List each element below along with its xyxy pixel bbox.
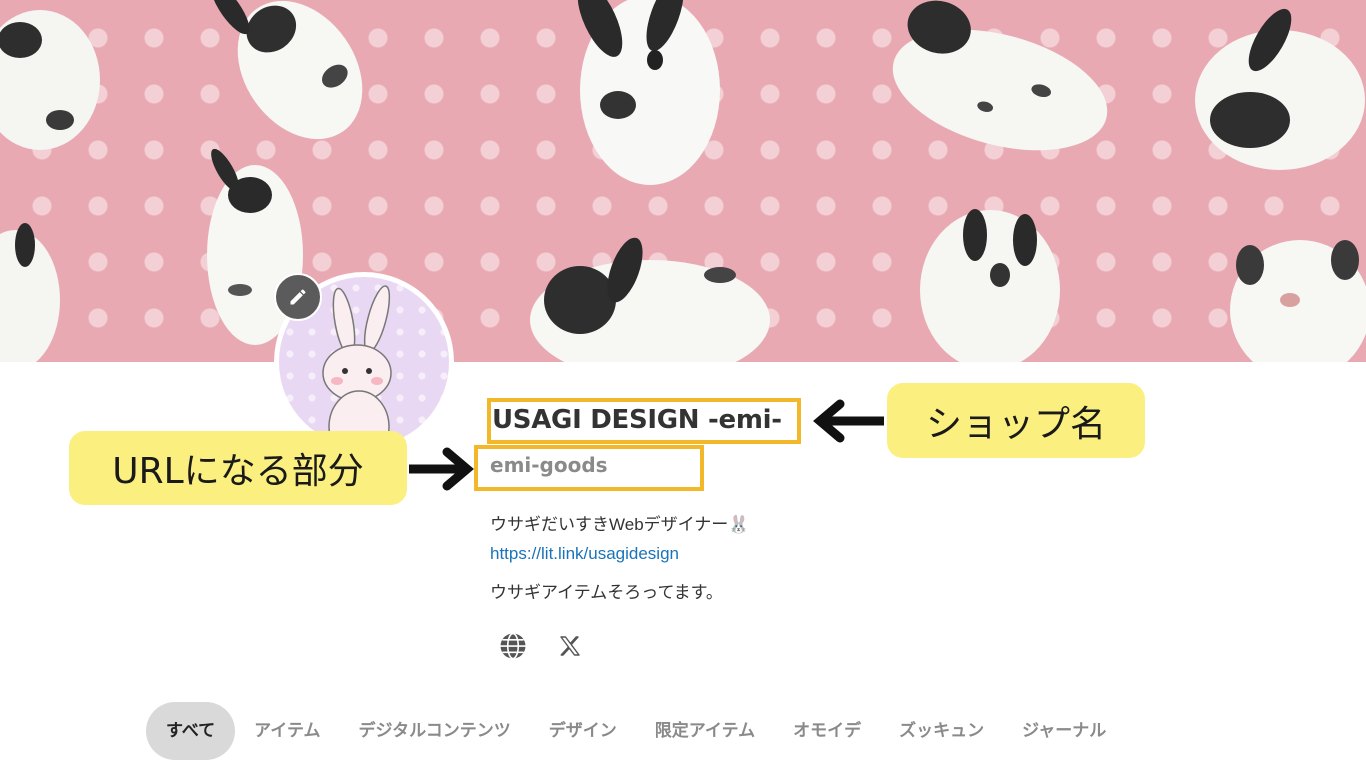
tab-journal[interactable]: ジャーナル	[1003, 702, 1125, 760]
url-id-highlight	[474, 445, 704, 491]
globe-icon	[500, 632, 526, 660]
edit-avatar-button[interactable]	[274, 273, 322, 321]
category-tabs: すべて アイテム デジタルコンテンツ デザイン 限定アイテム オモイデ ズッキュ…	[146, 702, 1125, 760]
tab-limited-items[interactable]: 限定アイテム	[636, 702, 774, 760]
pencil-icon	[290, 289, 306, 305]
shop-name-callout: ショップ名	[887, 383, 1145, 458]
tab-items[interactable]: アイテム	[235, 702, 339, 760]
rabbit-photo	[0, 0, 1366, 362]
shop-description: ウサギだいすきWebデザイナー🐰	[490, 515, 750, 534]
shop-name-highlight	[487, 398, 801, 444]
tab-all[interactable]: すべて	[146, 702, 236, 760]
x-logo-icon	[560, 636, 580, 656]
arrow-left-icon	[813, 399, 884, 443]
shop-external-link[interactable]: https://lit.link/usagidesign	[490, 544, 679, 563]
tab-zukkyun[interactable]: ズッキュン	[880, 702, 1003, 760]
x-link-button[interactable]	[554, 630, 586, 662]
tab-digital-content[interactable]: デジタルコンテンツ	[339, 702, 529, 760]
shop-description-2: ウサギアイテムそろってます。	[490, 583, 723, 602]
header-banner	[0, 0, 1366, 362]
url-callout: URLになる部分	[69, 431, 407, 505]
tab-omoide[interactable]: オモイデ	[774, 702, 880, 760]
website-link-button[interactable]	[497, 630, 529, 662]
shop-link-row: https://lit.link/usagidesign	[490, 544, 679, 564]
arrow-right-icon	[409, 447, 474, 491]
tab-design[interactable]: デザイン	[530, 702, 636, 760]
